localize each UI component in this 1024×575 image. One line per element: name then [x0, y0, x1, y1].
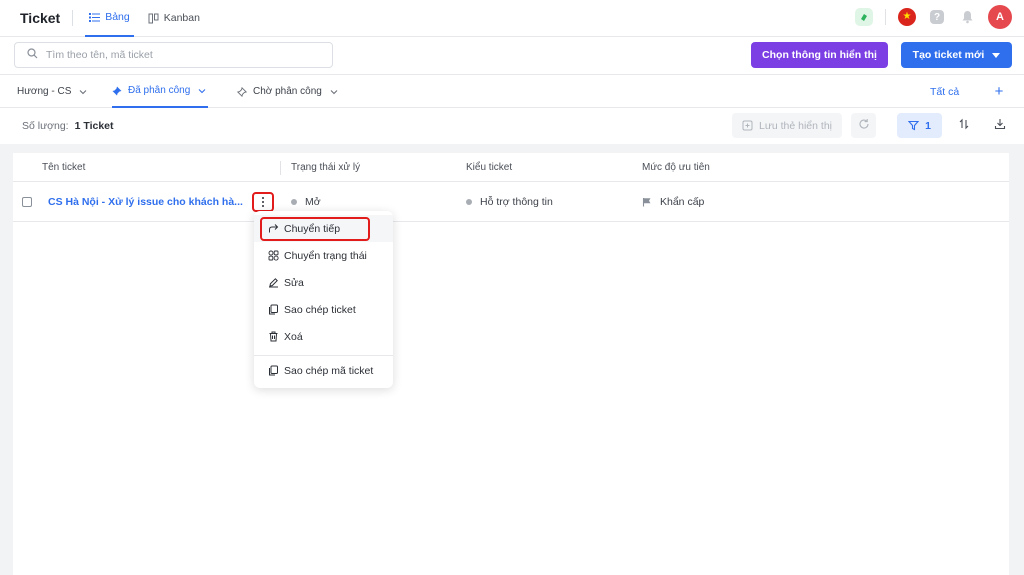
- menu-item-label: Sao chép ticket: [284, 303, 356, 316]
- divider: [885, 9, 886, 25]
- page-title: Ticket: [20, 10, 61, 26]
- tab-kanban-label: Kanban: [163, 12, 200, 24]
- search-toolbar: Chọn thông tin hiển thị Tạo ticket mới: [0, 37, 1024, 75]
- filter-icon: [908, 120, 920, 131]
- menu-item-copy-code[interactable]: Sao chép mã ticket: [254, 357, 393, 384]
- table-header: Tên ticket Trạng thái xử lý Kiểu ticket …: [13, 153, 1009, 182]
- tab-huong-cs[interactable]: Hương - CS: [17, 75, 87, 108]
- menu-item-label: Xoá: [284, 330, 303, 343]
- summary-bar: Số lượng: 1 Ticket Lưu thẻ hiển thị 1: [0, 108, 1024, 144]
- save-view-button[interactable]: Lưu thẻ hiển thị: [732, 113, 842, 138]
- search-input[interactable]: [46, 49, 306, 61]
- all-tickets-link[interactable]: Tất cả: [930, 75, 959, 108]
- count-label: Số lượng:: [22, 120, 69, 132]
- sort-icon: [958, 118, 970, 133]
- count-value: 1 Ticket: [74, 120, 114, 132]
- column-header-status: Trạng thái xử lý: [291, 162, 361, 173]
- status-value: Mở: [305, 196, 321, 208]
- download-icon: [994, 118, 1006, 133]
- table-row[interactable]: CS Hà Nội - Xử lý issue cho khách hà... …: [13, 182, 1009, 222]
- ticket-table: Tên ticket Trạng thái xử lý Kiểu ticket …: [13, 153, 1009, 575]
- save-icon: [742, 120, 753, 131]
- filter-count: 1: [925, 119, 931, 132]
- menu-item-change-status[interactable]: Chuyển trạng thái: [254, 242, 393, 269]
- vietnam-flag-icon[interactable]: ★: [898, 8, 916, 26]
- top-right-actions: ★ ? A: [843, 5, 1012, 29]
- more-dot: [262, 201, 264, 203]
- type-dot-icon: [466, 199, 472, 205]
- more-dot: [262, 205, 264, 207]
- filter-button[interactable]: 1: [897, 113, 942, 138]
- column-divider: [280, 161, 281, 175]
- kanban-icon: [148, 13, 159, 24]
- tab-label: Đã phân công: [128, 85, 191, 96]
- menu-item-edit[interactable]: Sửa: [254, 269, 393, 296]
- flag-icon: [642, 197, 652, 207]
- priority-cell: Khẩn cấp: [642, 182, 704, 222]
- divider: [72, 10, 74, 26]
- choose-display-button[interactable]: Chọn thông tin hiển thị: [751, 42, 888, 68]
- list-icon: [89, 12, 101, 23]
- create-ticket-label: Tạo ticket mới: [912, 49, 985, 61]
- chevron-down-icon: [79, 88, 87, 96]
- type-value: Hỗ trợ thông tin: [480, 196, 553, 208]
- type-cell: Hỗ trợ thông tin: [466, 182, 553, 222]
- menu-item-delete[interactable]: Xoá: [254, 323, 393, 350]
- trash-icon: [268, 331, 279, 342]
- help-icon[interactable]: ?: [928, 8, 946, 26]
- pin-outline-icon: [237, 86, 247, 97]
- menu-item-label: Chuyển trạng thái: [284, 249, 367, 262]
- more-actions-button[interactable]: [252, 192, 274, 212]
- tab-assigned[interactable]: Đã phân công: [112, 75, 209, 108]
- menu-item-label: Sửa: [284, 276, 304, 289]
- tab-waiting-assign[interactable]: Chờ phân công: [237, 75, 338, 108]
- menu-divider: [254, 355, 393, 356]
- column-header-name: Tên ticket: [42, 162, 86, 173]
- edit-icon: [268, 277, 279, 288]
- search-icon: [27, 48, 38, 62]
- download-button[interactable]: [987, 113, 1012, 138]
- column-header-type: Kiểu ticket: [466, 162, 513, 173]
- choose-display-label: Chọn thông tin hiển thị: [762, 49, 877, 61]
- app-switch-icon[interactable]: [855, 8, 873, 26]
- tab-table-label: Bảng: [105, 11, 130, 23]
- more-dot: [262, 197, 264, 199]
- menu-item-copy-ticket[interactable]: Sao chép ticket: [254, 296, 393, 323]
- row-context-menu: Chuyển tiếp Chuyển trạng thái Sửa Sao ch…: [254, 211, 393, 388]
- ticket-name-link[interactable]: CS Hà Nội - Xử lý issue cho khách hà...: [48, 182, 243, 222]
- status-dot-icon: [291, 199, 297, 205]
- tab-kanban-view[interactable]: Kanban: [144, 0, 204, 37]
- column-header-priority: Mức độ ưu tiên: [642, 162, 710, 173]
- pin-icon: [112, 86, 122, 96]
- refresh-button[interactable]: [851, 113, 876, 138]
- row-checkbox[interactable]: [22, 197, 32, 207]
- copy-icon: [268, 304, 279, 315]
- tab-table-view[interactable]: Bảng: [85, 0, 134, 37]
- avatar[interactable]: A: [988, 5, 1012, 29]
- ticket-count: Số lượng: 1 Ticket: [22, 108, 114, 144]
- search-box[interactable]: [14, 42, 333, 68]
- sort-button[interactable]: [951, 113, 976, 138]
- status-icon: [268, 250, 279, 261]
- copy-code-icon: [268, 365, 279, 376]
- priority-value: Khẩn cấp: [660, 196, 705, 208]
- highlight-box: [260, 217, 370, 241]
- top-bar: Ticket Bảng Kanban ★ ? A: [0, 0, 1024, 37]
- chevron-down-icon: [198, 87, 206, 95]
- add-tab-button[interactable]: +: [992, 83, 1006, 100]
- tab-label: Chờ phân công: [253, 86, 322, 97]
- refresh-icon: [858, 118, 870, 133]
- save-view-label: Lưu thẻ hiển thị: [759, 119, 832, 132]
- tab-label: Hương - CS: [17, 86, 72, 97]
- chevron-down-icon: [330, 88, 338, 96]
- bell-icon[interactable]: [958, 8, 976, 26]
- caret-down-icon[interactable]: [992, 52, 1001, 58]
- create-ticket-button[interactable]: Tạo ticket mới: [901, 42, 1012, 68]
- filter-tabs: Hương - CS Đã phân công Chờ phân công Tấ…: [0, 75, 1024, 108]
- menu-item-label: Sao chép mã ticket: [284, 364, 374, 377]
